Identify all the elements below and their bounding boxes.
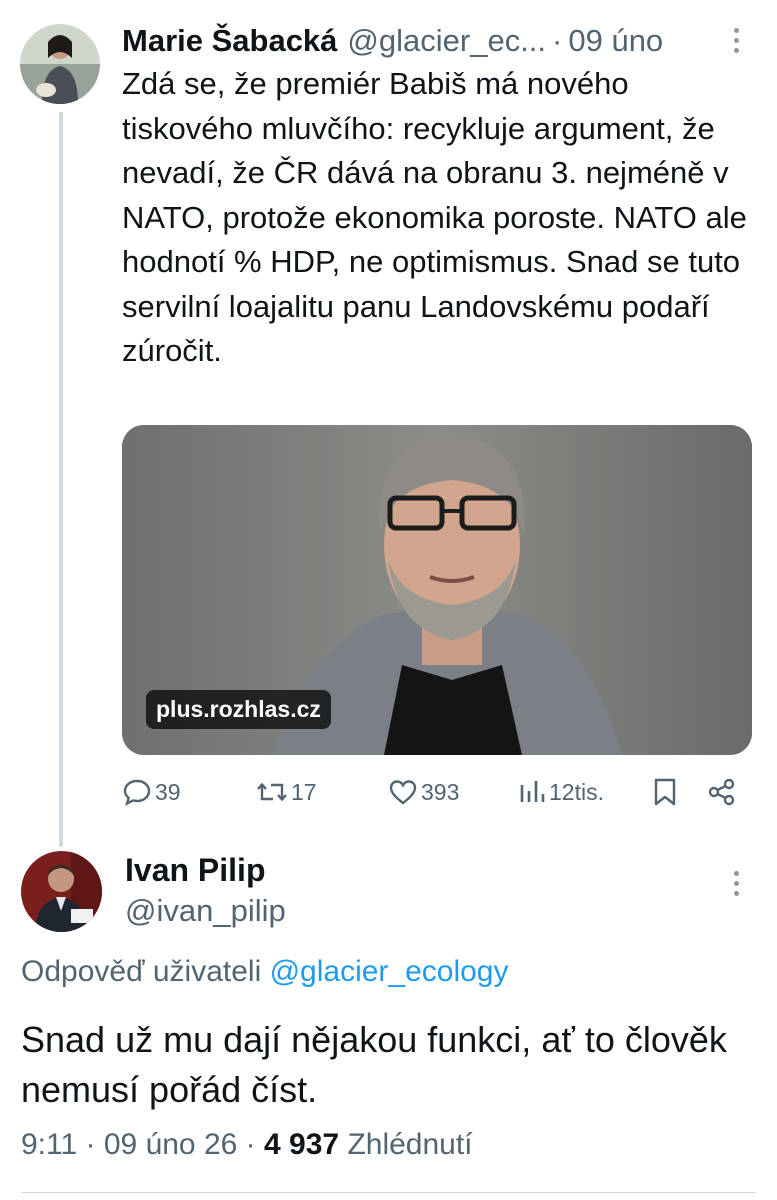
reply-button[interactable]: 39 bbox=[122, 772, 181, 812]
avatar-photo-icon bbox=[20, 24, 100, 104]
media-source-badge: plus.rozhlas.cz bbox=[146, 690, 331, 729]
like-button[interactable]: 393 bbox=[388, 772, 459, 812]
bookmark-icon bbox=[654, 778, 676, 806]
meta-separator: · bbox=[245, 1128, 256, 1161]
tweet2-text: Snad už mu dají nějakou funkci, ať to čl… bbox=[21, 1019, 727, 1110]
tweet2-metadata: 9:11 · 09 úno 26 · 4 937 Zhlédnutí bbox=[21, 1128, 473, 1162]
repost-icon bbox=[257, 782, 287, 802]
like-icon bbox=[389, 780, 417, 805]
tweet1-author-handle[interactable]: @glacier_ec... bbox=[347, 23, 546, 59]
tweet2-views-count[interactable]: 4 937 bbox=[264, 1128, 339, 1161]
more-icon[interactable] bbox=[731, 28, 741, 58]
avatar-ivan-pilip[interactable] bbox=[21, 851, 102, 932]
avatar-marie-sabacka[interactable] bbox=[20, 24, 100, 104]
repost-count: 17 bbox=[291, 778, 317, 805]
tweet1-header-separator: · bbox=[552, 23, 563, 58]
reply-to-handle-link[interactable]: @glacier_ecology bbox=[270, 955, 509, 988]
tweet1-header: Marie Šabacká @glacier_ec... · 09 úno bbox=[122, 20, 722, 62]
reply-count: 39 bbox=[155, 778, 181, 805]
tweet2-time[interactable]: 9:11 bbox=[21, 1128, 77, 1161]
bookmark-button[interactable] bbox=[652, 772, 681, 812]
like-count: 393 bbox=[421, 778, 460, 805]
views-icon bbox=[520, 781, 545, 802]
share-icon bbox=[708, 778, 735, 806]
divider bbox=[21, 1192, 756, 1193]
views-button[interactable]: 12tis. bbox=[518, 772, 604, 812]
meta-separator: · bbox=[85, 1128, 96, 1161]
share-button[interactable] bbox=[707, 772, 740, 812]
tweet1-media-card[interactable]: plus.rozhlas.cz bbox=[122, 425, 752, 755]
reply-prefix: Odpověď uživateli bbox=[21, 955, 262, 988]
repost-button[interactable]: 17 bbox=[256, 772, 317, 812]
reply-context: Odpověď uživateli @glacier_ecology bbox=[21, 955, 509, 989]
views-count: 12tis. bbox=[549, 778, 604, 805]
tweet2-author-handle[interactable]: @ivan_pilip bbox=[125, 893, 286, 929]
reply-icon bbox=[123, 779, 151, 806]
tweet2-date[interactable]: 09 úno 26 bbox=[104, 1128, 237, 1161]
tweet2-views-label: Zhlédnutí bbox=[347, 1128, 473, 1161]
tweet1-action-bar: 39 17 393 12tis. bbox=[122, 772, 752, 812]
tweet1-date[interactable]: 09 úno bbox=[568, 23, 663, 59]
tweet1-author-name[interactable]: Marie Šabacká bbox=[122, 23, 337, 59]
more-icon[interactable] bbox=[731, 871, 741, 901]
tweet2-author-name[interactable]: Ivan Pilip bbox=[125, 852, 265, 889]
tweet1-text: Zdá se, že premiér Babiš má nového tisko… bbox=[122, 66, 747, 368]
thread-connector-line bbox=[59, 112, 63, 847]
avatar-photo-icon bbox=[21, 851, 102, 932]
